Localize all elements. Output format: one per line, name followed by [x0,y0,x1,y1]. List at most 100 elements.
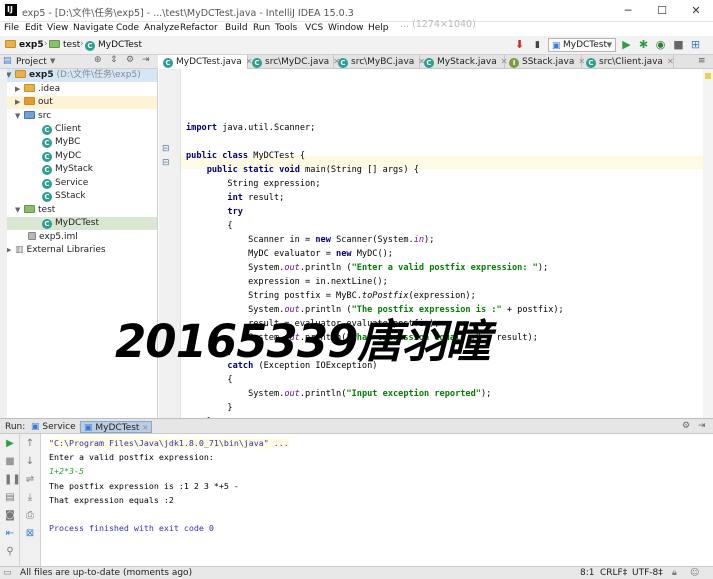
print-icon[interactable]: ⎙ [24,510,36,522]
arrow-down-icon[interactable]: ↓ [24,456,36,468]
fold-marker-icon[interactable]: ⊟ [162,158,170,168]
gear-icon[interactable]: ⚙ [126,55,134,65]
code-line: try [227,207,243,217]
pause-icon[interactable]: ❚❚ [4,474,21,486]
run-tab-service[interactable]: ▣ Service ✕ [28,421,87,433]
tree-item-src[interactable]: ▼ src [0,110,157,123]
stop-icon[interactable]: ■ [672,38,685,52]
tree-item-mydctest[interactable]: C MyDCTest [0,217,157,230]
close-tab-icon[interactable]: ✕ [142,424,148,432]
project-structure-icon[interactable]: ⊞ [689,38,702,52]
tree-item-exp5[interactable]: ▼ exp5 (D:\文件\任务\exp5) [0,69,157,82]
menu-code[interactable]: Code [116,23,139,33]
menu-view[interactable]: View [47,23,68,33]
lock-icon[interactable]: 🔒︎ [672,567,677,579]
line-separator[interactable]: CRLF‡ [600,567,627,579]
tree-item-client[interactable]: C Client [42,123,81,136]
config-separator-icon: ▮ [535,40,540,50]
minimize-button[interactable]: ─ [611,0,645,22]
expand-arrow-icon[interactable]: ▶ [6,244,15,257]
menu-analyze[interactable]: Analyze [144,23,179,33]
inspector-icon[interactable]: ☺ [690,567,699,579]
pin-icon[interactable]: ⚲ [4,546,16,558]
debug-icon[interactable]: ✱ [637,38,650,52]
tab-src-mybc[interactable]: Csrc\MyBC.java ✕ [334,55,425,69]
expand-arrow-icon[interactable]: ▼ [6,69,15,82]
menu-window[interactable]: Window [328,23,364,33]
expand-arrow-icon[interactable]: ▶ [15,96,24,109]
menu-run[interactable]: Run [253,23,270,33]
maximize-button[interactable]: ☐ [645,0,679,22]
run-configuration-select[interactable]: ▣ MyDCTest ▼ [548,38,616,52]
breadcrumb-folder[interactable]: test [49,40,80,50]
coverage-icon[interactable]: ◉ [654,38,667,52]
exit-icon[interactable]: ⇤ [4,528,16,540]
tree-item-idea[interactable]: ▶ .idea [0,83,157,96]
soft-wrap-icon[interactable]: ⇌ [24,474,36,486]
hide-panel-icon[interactable]: ⇥ [142,55,150,65]
tab-mydctest[interactable]: C MyDCTest.java ✕ [159,55,252,69]
gear-icon[interactable]: ⚙ [682,421,690,431]
breadcrumb-project[interactable]: exp5 [5,40,44,50]
tree-item-test[interactable]: ▼ test [0,204,157,217]
analysis-status-icon [705,73,711,79]
run-tab-mydctest[interactable]: ▣ MyDCTest ✕ [80,421,153,433]
scroll-to-end-icon[interactable]: ⤓ [24,492,36,504]
menu-refactor[interactable]: Refactor [180,23,218,33]
menu-help[interactable]: Help [368,23,389,33]
class-icon: C [42,138,52,148]
status-message: All files are up-to-date (moments ago) [20,568,193,578]
menu-build[interactable]: Build [225,23,248,33]
run-icon[interactable]: ▶ [620,38,633,52]
expand-arrow-icon[interactable]: ▼ [15,110,24,123]
hide-panel-icon[interactable]: ⇥ [698,421,706,431]
file-icon [28,232,36,240]
arrow-up-icon[interactable]: ↑ [24,438,36,450]
tabs-overflow-icon[interactable]: ≡ [698,56,706,66]
rerun-icon[interactable]: ▶ [4,438,16,450]
menu-tools[interactable]: Tools [275,23,297,33]
menu-file[interactable]: File [4,23,19,33]
expand-arrow-icon[interactable]: ▶ [15,83,24,96]
tree-item-iml[interactable]: exp5.iml [28,231,78,244]
tab-src-mydc[interactable]: Csrc\MyDC.java ✕ [248,55,340,69]
stop-icon[interactable]: ■ [4,456,16,468]
run-config-icon: ▣ [31,422,40,432]
fold-marker-icon[interactable]: ⊟ [162,144,170,154]
tree-item-out[interactable]: ▶ out [0,96,157,109]
tree-item-mystack[interactable]: C MyStack [42,163,93,176]
tree-item-external-libraries[interactable]: ▶ ▥ External Libraries [0,244,157,257]
tool-windows-icon[interactable]: ▭ [3,567,12,579]
tab-sstack[interactable]: I SStack.java ✕ [505,55,585,69]
clear-all-icon[interactable]: ⊠ [24,528,36,540]
chevron-down-icon[interactable]: ▼ [50,57,55,65]
menu-edit[interactable]: Edit [25,23,42,33]
project-view-label[interactable]: Project [16,57,47,67]
close-tab-icon[interactable]: ✕ [667,57,674,66]
breadcrumb-separator: › [80,39,84,49]
tree-item-mydc[interactable]: C MyDC [42,150,81,163]
file-encoding[interactable]: UTF-8‡ [632,567,663,579]
tree-item-service[interactable]: C Service [42,177,88,190]
build-arrow-icon[interactable]: ⬇ [513,38,526,52]
code-line: import java.util.Scanner; [186,123,316,133]
close-button[interactable]: ✕ [679,0,713,22]
run-toolbar-primary: ▶ ■ ❚❚ ▤ ◙ ⇤ ⚲ [0,434,21,566]
menu-vcs[interactable]: VCS [305,23,323,33]
camera-icon[interactable]: ◙ [4,510,16,522]
dump-threads-icon[interactable]: ▤ [4,492,16,504]
menu-navigate[interactable]: Navigate [73,23,113,33]
collapse-icon[interactable]: ⇕ [110,55,118,65]
code-line: { [186,221,233,231]
tab-src-client[interactable]: Csrc\Client.java ✕ [582,55,674,69]
tree-item-mybc[interactable]: C MyBC [42,136,80,149]
tree-item-sstack[interactable]: C SStack [42,190,86,203]
expand-arrow-icon[interactable]: ▼ [15,204,24,217]
editor-scrollbar[interactable] [703,69,713,418]
caret-position[interactable]: 8:1 [580,567,594,579]
sync-icon[interactable]: ⊕ [94,55,102,65]
code-line: String postfix = MyBC.toPostfix(expressi… [186,291,476,301]
tab-mystack[interactable]: C MyStack.java ✕ [420,55,507,69]
breadcrumb-class[interactable]: C MyDCTest [85,40,142,51]
console-output[interactable]: "C:\Program Files\Java\jdk1.8.0_71\bin\j… [41,434,713,566]
